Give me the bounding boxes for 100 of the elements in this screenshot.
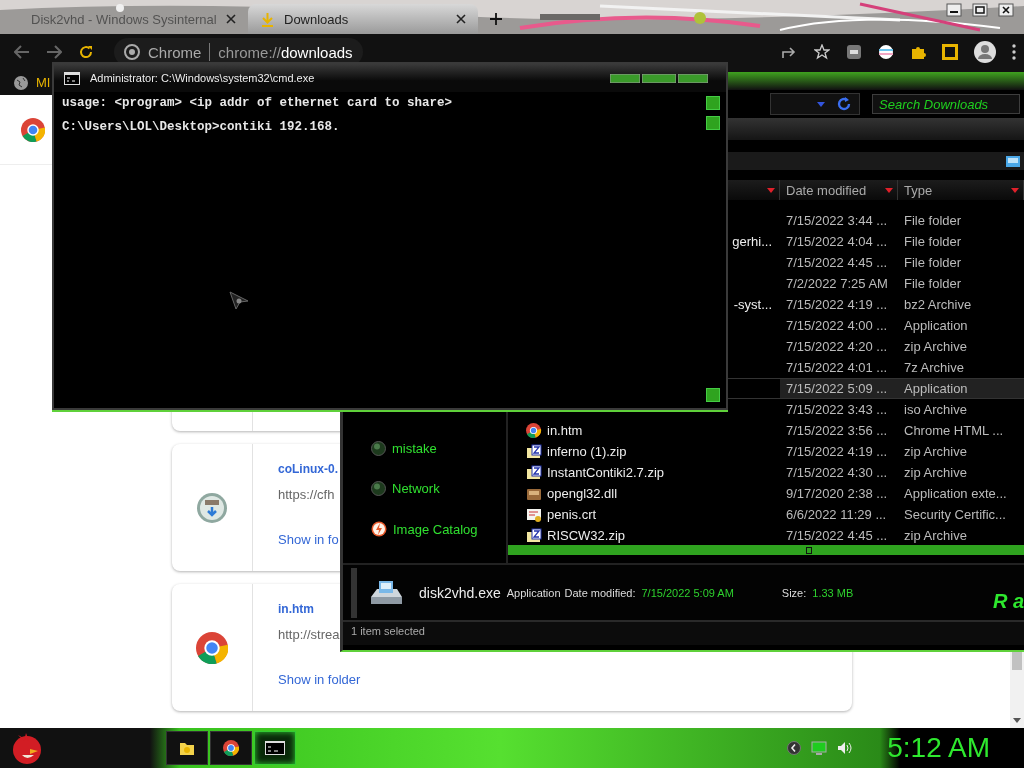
type-cell[interactable]: Chrome HTML ... (898, 423, 1024, 438)
browser-tab[interactable]: Downloads (248, 4, 478, 34)
type-cell[interactable]: File folder (898, 213, 1024, 228)
date-cell[interactable]: 7/15/2022 3:56 ... (780, 423, 898, 438)
date-cell[interactable]: 7/2/2022 7:25 AM (780, 276, 898, 291)
date-cell[interactable]: 7/15/2022 3:44 ... (780, 213, 898, 228)
nav-item[interactable]: Network (371, 481, 506, 496)
date-cell[interactable]: 7/15/2022 4:30 ... (780, 465, 898, 480)
taskbar-button[interactable] (210, 731, 252, 765)
type-cell[interactable]: zip Archive (898, 465, 1024, 480)
date-cell[interactable]: 7/15/2022 4:20 ... (780, 339, 898, 354)
type-cell[interactable]: File folder (898, 276, 1024, 291)
file-name[interactable]: gerhi... (732, 234, 772, 249)
type-cell[interactable]: 7z Archive (898, 360, 1024, 375)
chrome-icon (526, 422, 542, 439)
date-cell[interactable]: 7/15/2022 4:19 ... (780, 297, 898, 312)
type-cell[interactable]: Application exte... (898, 486, 1024, 501)
window-title: Administrator: C:\Windows\system32\cmd.exe (90, 72, 315, 84)
type-cell[interactable]: iso Archive (898, 402, 1024, 417)
file-link[interactable]: coLinux-0. (278, 462, 338, 476)
type-cell[interactable]: File folder (898, 234, 1024, 249)
date-cell[interactable]: 7/15/2022 4:45 ... (780, 255, 898, 270)
date-cell[interactable]: 9/17/2020 2:38 ... (780, 486, 898, 501)
file-name[interactable]: in.htm (547, 423, 583, 438)
sidebar-icon[interactable] (942, 44, 958, 60)
file-name[interactable]: inferno (1).zip (547, 444, 627, 459)
type-cell[interactable]: Application (898, 379, 1024, 398)
taskbar-button[interactable] (254, 731, 296, 765)
scrollbar[interactable] (508, 545, 1024, 555)
sort-arrow-icon[interactable] (767, 187, 775, 193)
share-icon[interactable] (782, 45, 798, 59)
type-cell[interactable]: bz2 Archive (898, 297, 1024, 312)
forward-icon[interactable] (46, 45, 62, 59)
date-cell[interactable]: 7/15/2022 4:00 ... (780, 318, 898, 333)
console-line: C:\Users\LOL\Desktop>contiki 192.168. (62, 120, 340, 136)
star-icon[interactable] (814, 44, 830, 60)
scroll-down-arrow-icon[interactable] (1013, 718, 1021, 723)
date-cell[interactable]: 6/6/2022 11:29 ... (780, 507, 898, 522)
file-link[interactable]: in.htm (278, 602, 314, 616)
search-field[interactable]: Search Downloads (872, 94, 1020, 114)
type-cell[interactable]: Application (898, 318, 1024, 333)
type-cell[interactable]: File folder (898, 255, 1024, 270)
bird-icon[interactable] (10, 731, 44, 765)
close-icon[interactable] (225, 14, 236, 24)
file-name[interactable]: RISCW32.zip (547, 528, 626, 543)
date-cell[interactable]: 7/15/2022 4:01 ... (780, 360, 898, 375)
address-field[interactable] (770, 93, 860, 115)
preview-pane-icon[interactable] (1006, 155, 1020, 167)
console-line: usage: <program> <ip addr of ethernet card to share> (62, 96, 453, 112)
clock[interactable]: 5:12 AM (887, 732, 990, 764)
minimize-button-icon[interactable] (610, 73, 640, 83)
taskbar-button[interactable] (166, 731, 208, 765)
file-name[interactable]: penis.crt (547, 507, 597, 522)
close-icon[interactable] (456, 14, 466, 24)
type-cell[interactable]: zip Archive (898, 444, 1024, 459)
date-cell[interactable]: 7/15/2022 4:04 ... (780, 234, 898, 249)
maximize-button-icon[interactable] (642, 73, 676, 83)
profile-icon[interactable] (974, 41, 996, 63)
folder-icon (179, 740, 195, 756)
file-name[interactable]: -syst... (733, 297, 772, 312)
type-cell[interactable]: Security Certific... (898, 507, 1024, 522)
source-url: https://cfh (278, 487, 335, 502)
date-cell[interactable]: 7/15/2022 5:09 ... (780, 379, 898, 398)
file-name: disk2vhd.exe (419, 584, 501, 601)
bookmark-item[interactable]: MI (14, 75, 51, 90)
show-in-folder-link[interactable]: Show in folder (278, 672, 361, 687)
column-header[interactable]: Type (898, 180, 1024, 200)
type-cell[interactable]: zip Archive (898, 339, 1024, 354)
date-cell[interactable]: 7/15/2022 4:45 ... (780, 528, 898, 543)
nav-item[interactable]: mistake (371, 441, 506, 456)
chevron-icon[interactable] (787, 741, 802, 755)
file-name[interactable]: opengl32.dll (547, 486, 618, 501)
extension-icon[interactable] (846, 44, 862, 60)
show-in-folder-link[interactable]: Show in fo (278, 532, 339, 547)
scrollbar[interactable] (706, 96, 720, 402)
date-cell[interactable]: 7/15/2022 3:43 ... (780, 402, 898, 417)
minimize-icon[interactable] (946, 3, 962, 17)
chrome-icon (223, 740, 239, 756)
type-cell[interactable]: zip Archive (898, 528, 1024, 543)
scrollbar-thumb[interactable] (1012, 652, 1022, 670)
speaker-icon[interactable] (837, 741, 854, 755)
logo: R a (992, 589, 1024, 613)
console-icon (64, 71, 80, 85)
extension-icon[interactable] (878, 44, 894, 60)
date-cell[interactable]: 7/15/2022 4:19 ... (780, 444, 898, 459)
puzzle-icon[interactable] (910, 44, 926, 60)
menu-icon[interactable] (1012, 44, 1016, 60)
file-name[interactable]: InstantContiki2.7.zip (547, 465, 665, 480)
close-icon[interactable] (998, 3, 1014, 17)
mouse-cursor-icon (228, 290, 250, 310)
nav-item[interactable]: Image Catalog (371, 521, 506, 537)
close-button-icon[interactable] (678, 73, 708, 83)
sort-arrow-icon (1011, 187, 1019, 193)
column-header[interactable]: Date modified (780, 180, 898, 200)
new-tab-icon[interactable] (490, 13, 502, 25)
scrollbar[interactable] (1010, 652, 1024, 728)
status-text: 1 item selected (343, 620, 1024, 645)
back-icon[interactable] (14, 45, 30, 59)
maximize-icon[interactable] (972, 3, 988, 17)
reload-icon[interactable] (78, 44, 94, 60)
